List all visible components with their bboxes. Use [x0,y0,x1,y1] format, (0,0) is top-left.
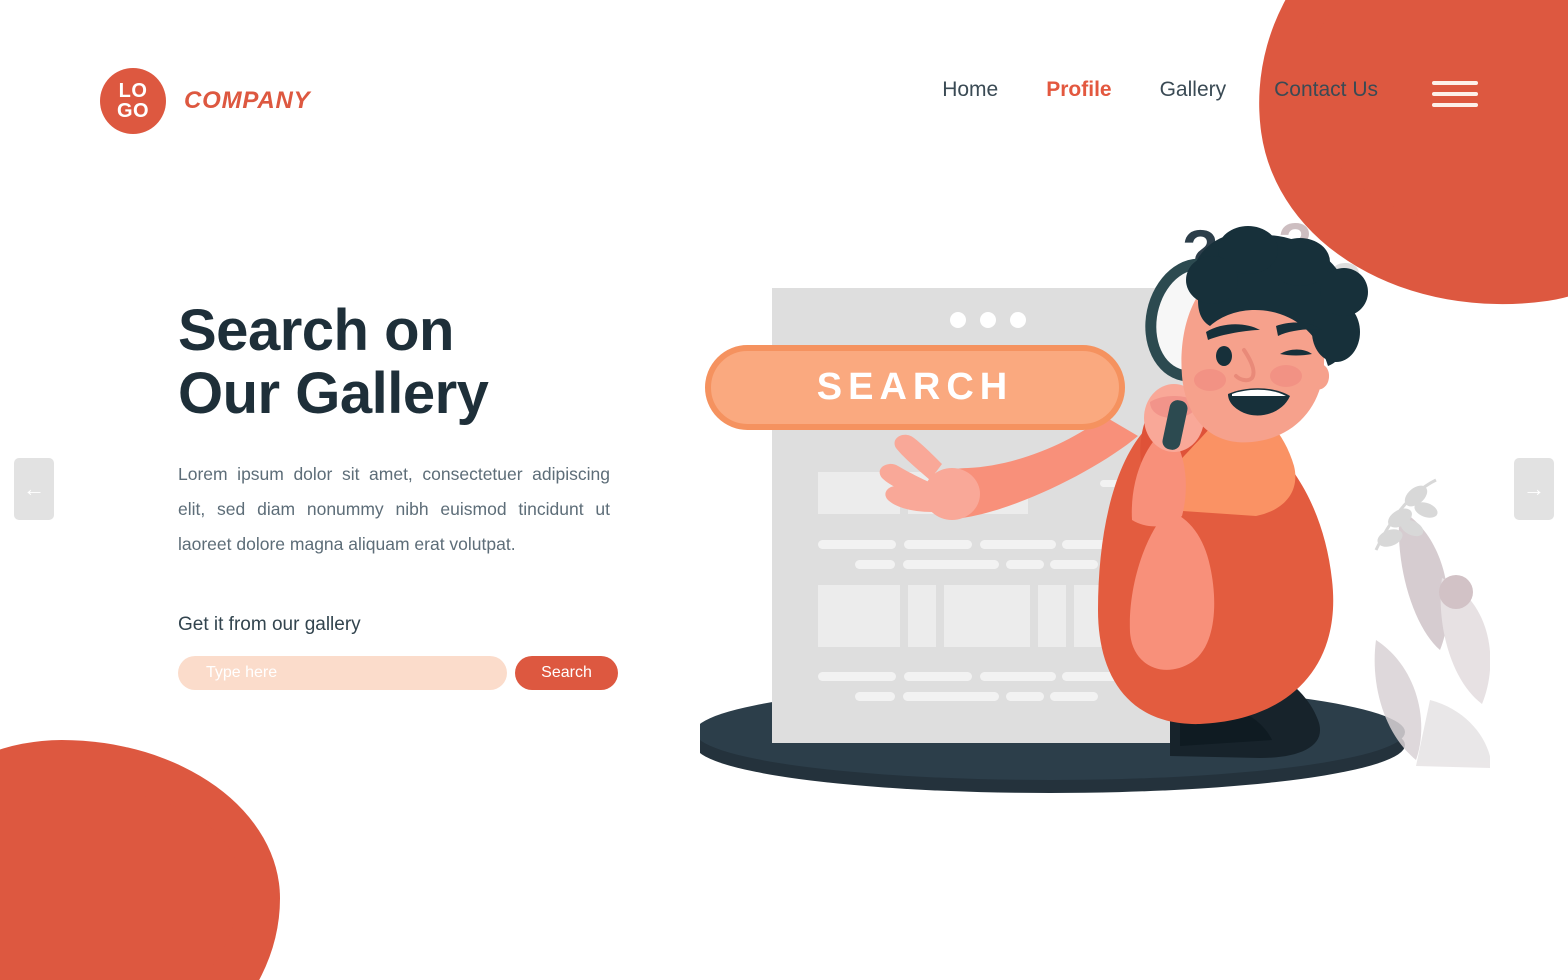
gallery-form-label: Get it from our gallery [178,614,361,636]
headline-line-1: Search on [178,298,454,363]
carousel-next-button[interactable]: → [1514,458,1554,520]
carousel-prev-button[interactable]: ← [14,458,54,520]
arrow-right-icon: → [1523,476,1545,501]
gallery-search-form: Search [178,656,618,691]
window-dot-3 [1010,312,1026,328]
window-dot-1 [950,312,966,328]
eye-open [1216,346,1232,366]
search-button[interactable]: Search [515,656,618,691]
illustration-search-button[interactable]: SEARCH [705,345,1125,430]
brand-name: COMPANY [184,87,311,114]
nav-item-profile[interactable]: Profile [1046,78,1111,102]
nav-item-home[interactable]: Home [942,78,998,102]
logo-text-line2: GO [116,100,150,122]
foliage-decoration [1374,478,1490,768]
arrow-left-icon: ← [23,476,45,501]
site-header: LO GO COMPANY Home Profile Gallery Conta… [0,0,1568,190]
hamburger-bar-1 [1432,81,1478,85]
page-title: Search on Our Gallery [178,298,618,426]
hero-illustration: ? ? ? [700,180,1490,820]
search-input[interactable] [178,656,507,691]
landing-page: LO GO COMPANY Home Profile Gallery Conta… [0,0,1568,980]
logo-text-line1: LO [118,80,148,102]
main-navigation: Home Profile Gallery Contact Us [942,78,1378,102]
hero-content: Search on Our Gallery Lorem ipsum dolor … [178,298,618,691]
hero-description: Lorem ipsum dolor sit amet, consectetuer… [178,464,610,555]
cheek-blush-right [1270,365,1302,387]
illustration-search-label: SEARCH [816,366,1014,408]
hamburger-bar-2 [1432,92,1478,96]
brand-logo[interactable]: LO GO COMPANY [100,68,311,134]
cheek-blush-left [1194,369,1226,391]
window-dot-2 [980,312,996,328]
nav-item-contact-us[interactable]: Contact Us [1274,78,1378,102]
logo-circle-icon: LO GO [100,68,166,134]
hamburger-bar-3 [1432,103,1478,107]
headline-line-2: Our Gallery [178,360,489,426]
hamburger-menu-icon[interactable] [1432,74,1478,114]
nav-item-gallery[interactable]: Gallery [1160,78,1227,102]
